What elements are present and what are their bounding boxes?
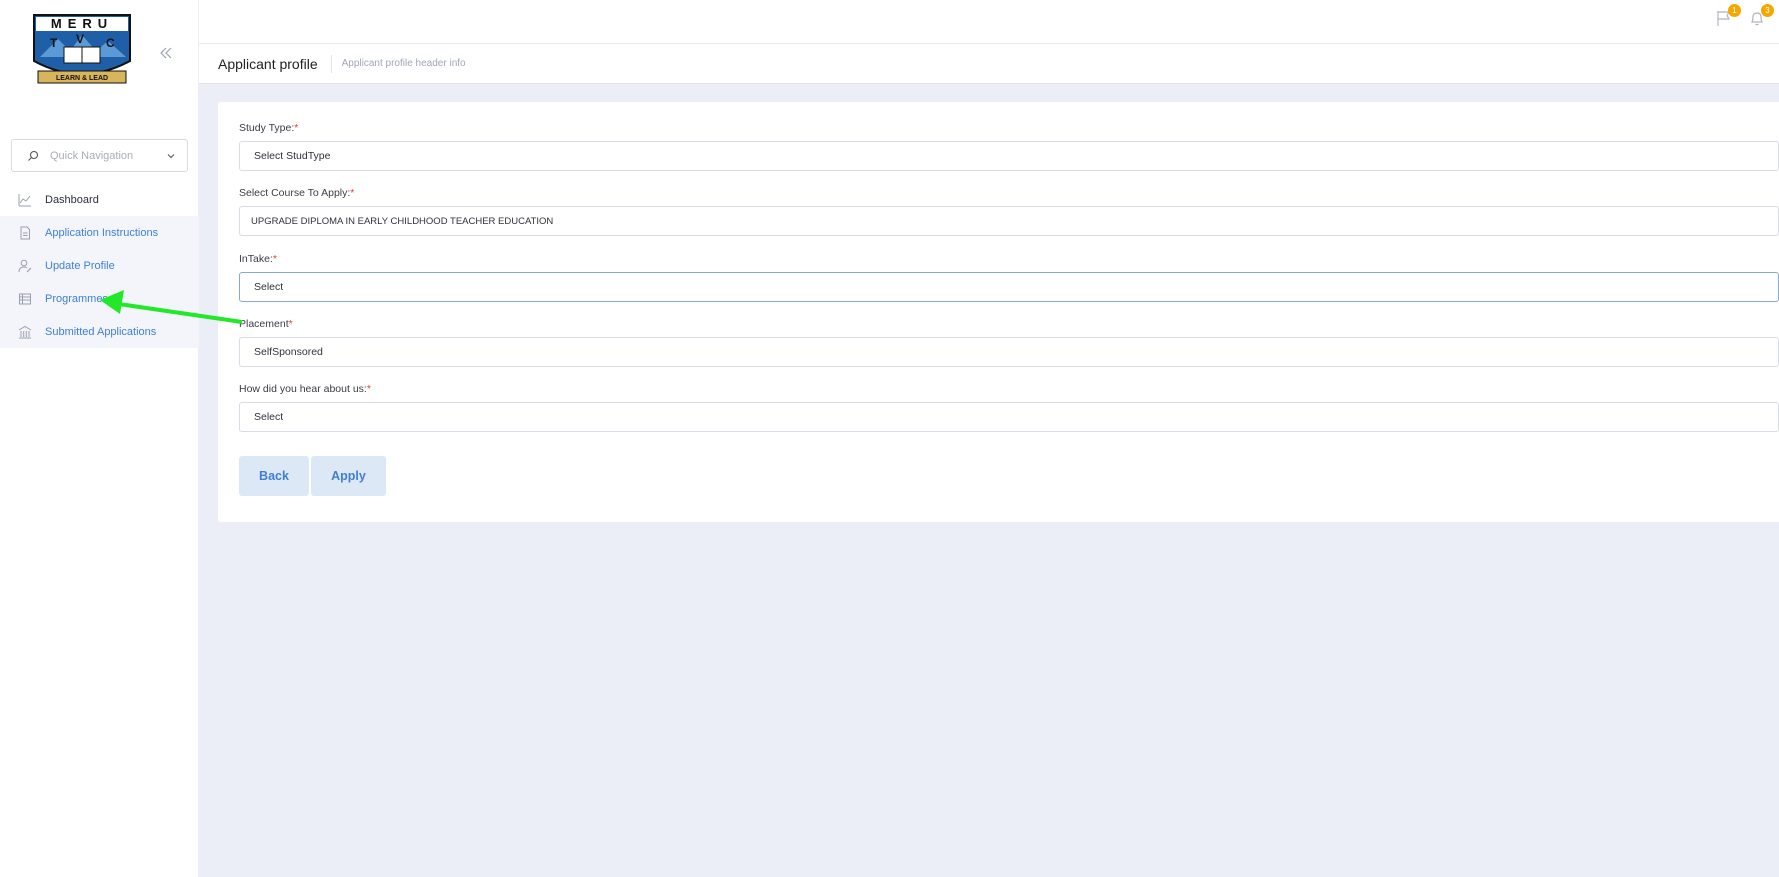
sidebar-item-label: Update Profile [45,259,115,272]
sidebar-item-application-instructions[interactable]: Application Instructions [0,216,199,249]
study-type-label-text: Study Type: [239,122,295,134]
top-bar: 1 3 [199,0,1779,44]
bell-badge: 3 [1761,4,1774,17]
logo-letter-c: C [106,36,115,50]
apply-button[interactable]: Apply [311,456,386,496]
sidebar-item-dashboard[interactable]: Dashboard [0,183,199,216]
required-marker: * [294,122,299,134]
meru-tvc-logo[interactable]: MERU T V C LEARN & LEAD [30,13,134,91]
sidebar: MERU T V C LEARN & LEAD Quick Navigation [0,0,199,877]
intake-value: Select [254,281,284,293]
page-title: Applicant profile [218,55,318,72]
placement-label: Placement* [239,318,293,330]
chart-icon [18,193,31,206]
sidebar-item-update-profile[interactable]: Update Profile [0,249,199,282]
required-marker: * [350,187,355,199]
study-type-value: Select StudType [254,150,331,162]
document-icon [20,226,30,239]
course-value: UPGRADE DIPLOMA IN EARLY CHILDHOOD TEACH… [251,215,554,227]
page-subtitle: Applicant profile header info [341,58,466,69]
placement-label-text: Placement [239,318,289,330]
course-select[interactable]: UPGRADE DIPLOMA IN EARLY CHILDHOOD TEACH… [239,206,1779,236]
flag-notification-button[interactable]: 1 [1715,4,1741,27]
hear-about-label: How did you hear about us:* [239,383,371,395]
required-marker: * [366,383,371,395]
quick-navigation-select[interactable]: Quick Navigation [11,139,188,172]
placement-value: SelfSponsored [254,346,323,358]
sidebar-item-programmes[interactable]: Programmes [0,282,199,315]
user-edit-icon [18,259,32,272]
course-label-text: Select Course To Apply: [239,187,351,199]
logo-tagline: LEARN & LEAD [56,75,108,82]
hear-about-label-text: How did you hear about us: [239,383,367,395]
quick-navigation-placeholder: Quick Navigation [50,149,134,162]
building-icon [18,325,32,338]
sidebar-item-label: Submitted Applications [45,325,157,338]
list-icon [19,293,31,304]
study-type-label: Study Type:* [239,122,298,134]
placement-select[interactable]: SelfSponsored [239,337,1779,367]
required-marker: * [272,253,277,265]
chevron-down-icon [167,153,175,158]
logo-letter-t: T [50,36,58,50]
hear-about-value: Select [254,411,284,423]
sidebar-item-submitted-applications[interactable]: Submitted Applications [0,315,199,348]
header-divider [330,54,332,73]
sidebar-item-label: Programmes [45,292,108,305]
hear-about-select[interactable]: Select [239,402,1779,432]
required-marker: * [288,318,293,330]
logo-graphic: MERU T V C LEARN & LEAD [33,14,131,84]
intake-label: InTake:* [239,253,277,265]
page-header: Applicant profile Applicant profile head… [199,44,1779,84]
sidebar-item-label: Application Instructions [45,226,159,239]
collapse-sidebar-icon[interactable] [158,45,174,61]
logo-top-text: MERU [51,16,113,31]
application-form-card: Study Type:* Select StudType Select Cour… [218,102,1779,522]
intake-label-text: InTake: [239,253,273,265]
back-button[interactable]: Back [239,456,309,496]
flag-badge: 1 [1728,4,1741,17]
search-icon [28,150,39,161]
logo-letter-v: V [76,32,84,46]
course-label: Select Course To Apply:* [239,187,354,199]
study-type-select[interactable]: Select StudType [239,141,1779,171]
sidebar-nav: Dashboard Application Instructions Updat… [0,183,199,348]
sidebar-item-label: Dashboard [45,193,99,206]
intake-select[interactable]: Select [239,272,1779,302]
bell-notification-button[interactable]: 3 [1748,4,1774,27]
